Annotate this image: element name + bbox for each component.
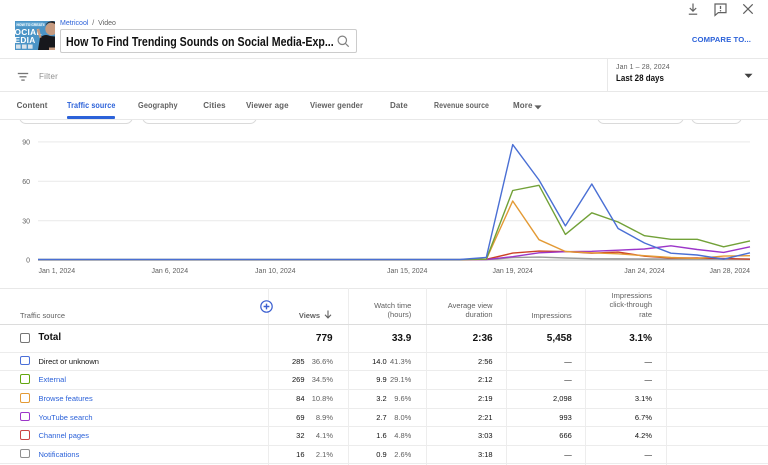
svg-text:Jan 1, 2024: Jan 1, 2024 (39, 268, 76, 275)
svg-text:Jan 24, 2024: Jan 24, 2024 (624, 268, 665, 275)
svg-text:30: 30 (22, 218, 30, 225)
svg-text:Jan 6, 2024: Jan 6, 2024 (152, 268, 189, 275)
svg-text:60: 60 (22, 179, 30, 186)
svg-text:Jan 10, 2024: Jan 10, 2024 (255, 268, 296, 275)
svg-text:Jan 28, 2024: Jan 28, 2024 (710, 268, 751, 275)
svg-text:Jan 15, 2024: Jan 15, 2024 (387, 268, 428, 275)
svg-text:Jan 19, 2024: Jan 19, 2024 (492, 268, 533, 275)
svg-text:90: 90 (22, 140, 30, 147)
svg-text:0: 0 (26, 258, 30, 265)
